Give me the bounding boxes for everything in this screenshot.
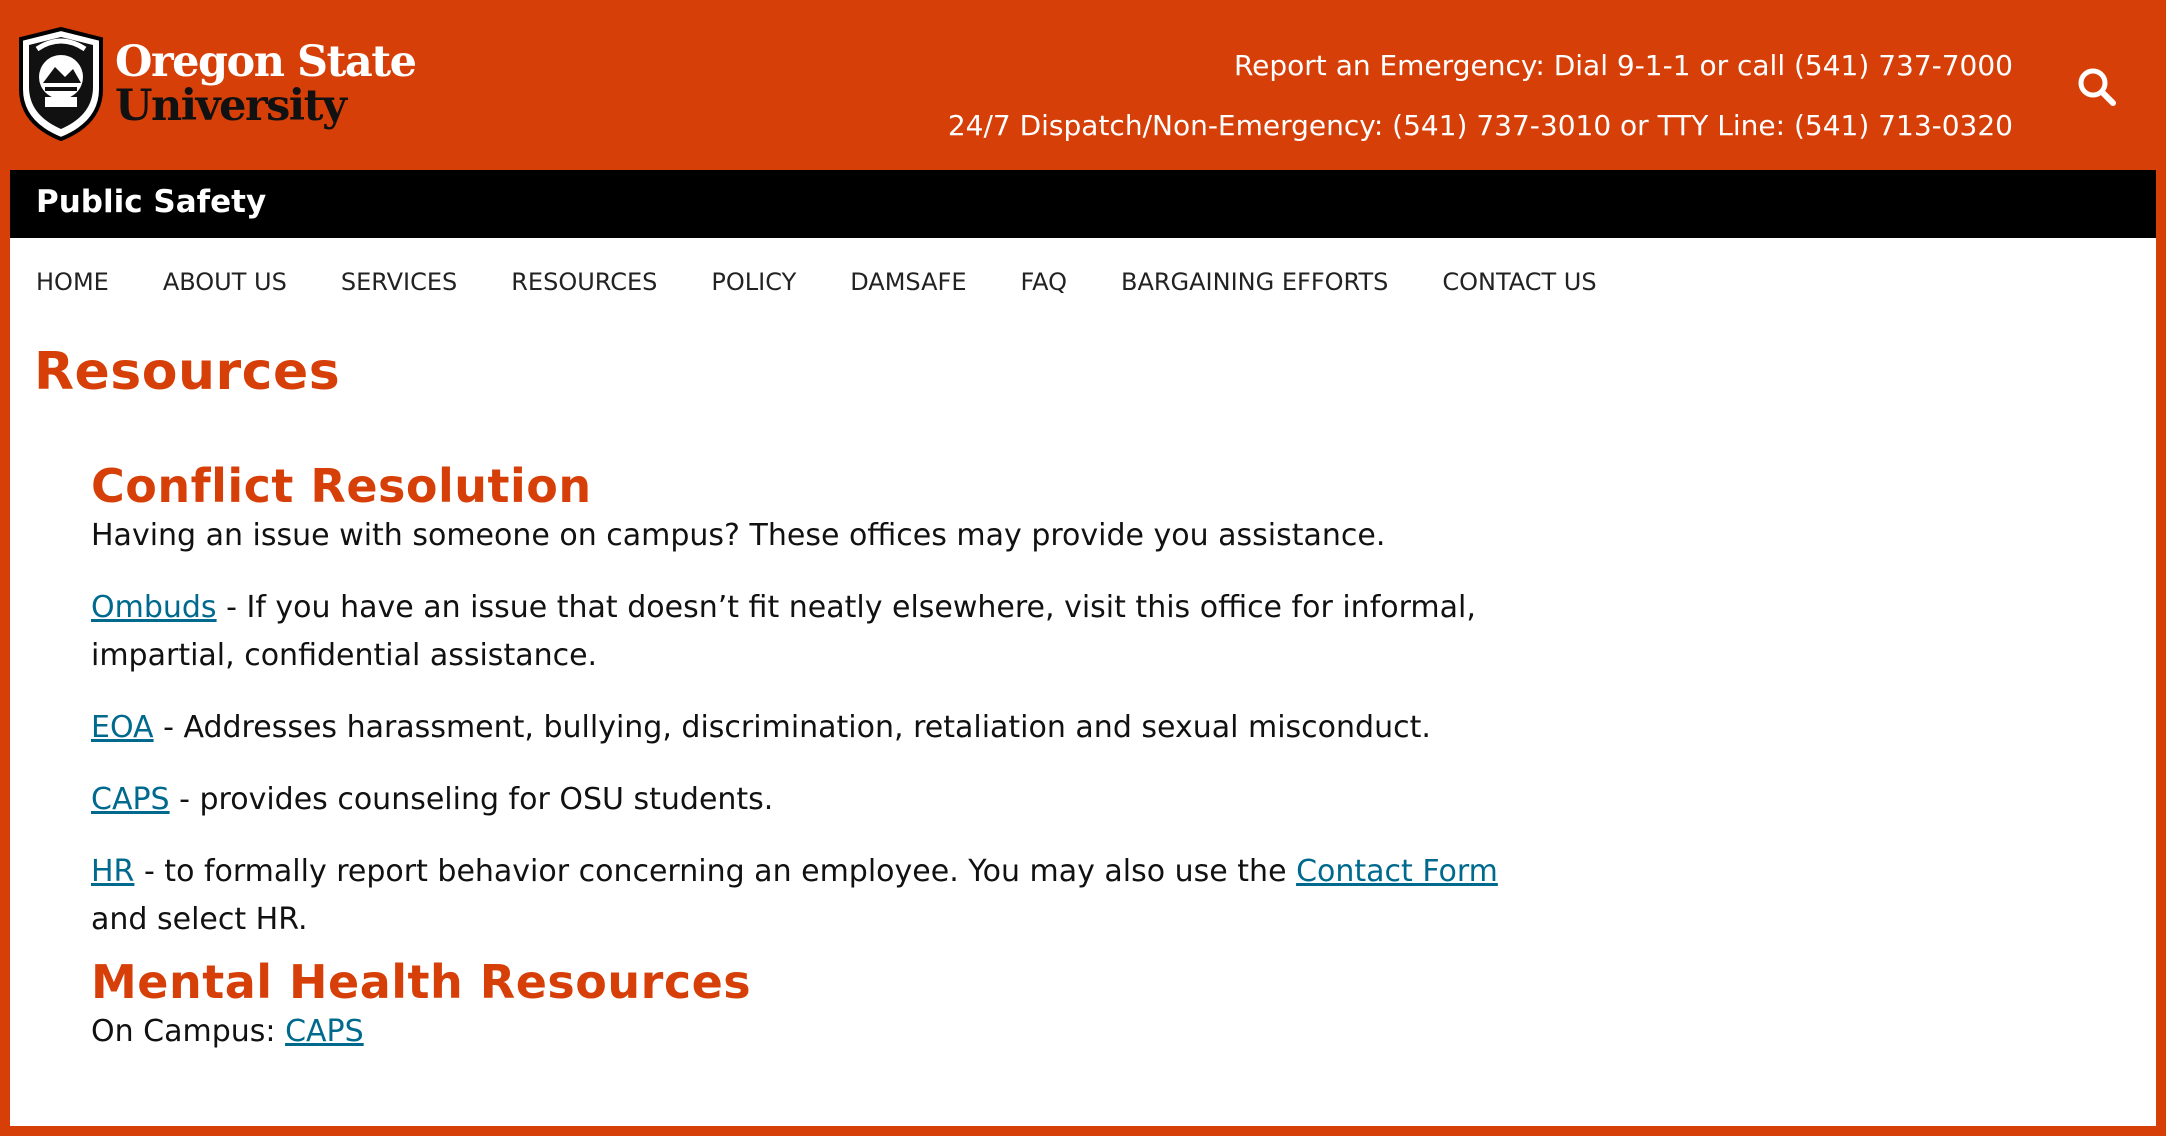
caps-paragraph: CAPS - provides counseling for OSU stude… [91,776,1551,824]
page-title: Resources [34,342,341,402]
caps-description: - provides counseling for OSU students. [169,782,774,817]
hr-description-end: and select HR. [91,902,308,937]
section-heading-conflict-resolution: Conflict Resolution [91,459,592,513]
section-heading-mental-health: Mental Health Resources [91,955,752,1009]
nav-item-policy[interactable]: POLICY [711,268,796,313]
emergency-line: Report an Emergency: Dial 9-1-1 or call … [1233,49,2013,82]
ombuds-paragraph: Ombuds - If you have an issue that doesn… [91,584,1551,680]
nav-item-bargaining-efforts[interactable]: BARGAINING EFFORTS [1121,268,1388,313]
conflict-intro: Having an issue with someone on campus? … [91,518,1386,553]
nav-item-damsafe[interactable]: DAMSAFE [850,268,966,313]
main-content: Conflict Resolution Having an issue with… [91,460,1551,1056]
ombuds-description: - If you have an issue that doesn’t fit … [91,590,1476,673]
osu-logo[interactable]: Oregon State University [15,26,417,141]
search-button[interactable] [2076,66,2118,108]
logo-wordmark: Oregon State University [115,36,417,131]
nav-item-about-us[interactable]: ABOUT US [163,268,287,313]
page-frame: Oregon State University Report an Emerge… [0,0,2166,1136]
logo-line-2: University [115,80,347,131]
nav-item-contact-us[interactable]: CONTACT US [1442,268,1596,313]
main-nav: HOME ABOUT US SERVICES RESOURCES POLICY … [10,268,1625,313]
content-panel: Public Safety HOME ABOUT US SERVICES RES… [10,170,2156,1126]
nav-item-faq[interactable]: FAQ [1020,268,1067,313]
nav-item-services[interactable]: SERVICES [341,268,457,313]
logo-line-1: Oregon State [115,36,417,87]
emergency-contact-info: Report an Emergency: Dial 9-1-1 or call … [948,36,2013,156]
hr-description: - to formally report behavior concerning… [134,854,1297,889]
hr-link[interactable]: HR [91,854,134,889]
on-campus-paragraph: On Campus: CAPS [91,1008,1551,1056]
eoa-paragraph: EOA - Addresses harassment, bullying, di… [91,704,1551,752]
search-icon [2078,68,2116,106]
dispatch-line: 24/7 Dispatch/Non-Emergency: (541) 737-3… [947,109,2013,142]
nav-item-home[interactable]: HOME [36,268,109,313]
unit-bar: Public Safety [10,170,2156,238]
contact-form-link[interactable]: Contact Form [1296,854,1498,889]
nav-item-resources[interactable]: RESOURCES [511,268,657,313]
osu-seal-icon [19,26,103,141]
on-campus-label: On Campus: [91,1014,286,1049]
eoa-link[interactable]: EOA [91,710,154,745]
hr-paragraph: HR - to formally report behavior concern… [91,848,1551,944]
unit-name-link[interactable]: Public Safety [36,184,266,220]
caps-link[interactable]: CAPS [91,782,170,817]
eoa-description: - Addresses harassment, bullying, discri… [153,710,1431,745]
ombuds-link[interactable]: Ombuds [91,590,217,625]
mental-caps-link[interactable]: CAPS [285,1014,364,1049]
site-header: Oregon State University Report an Emerge… [0,0,2166,170]
